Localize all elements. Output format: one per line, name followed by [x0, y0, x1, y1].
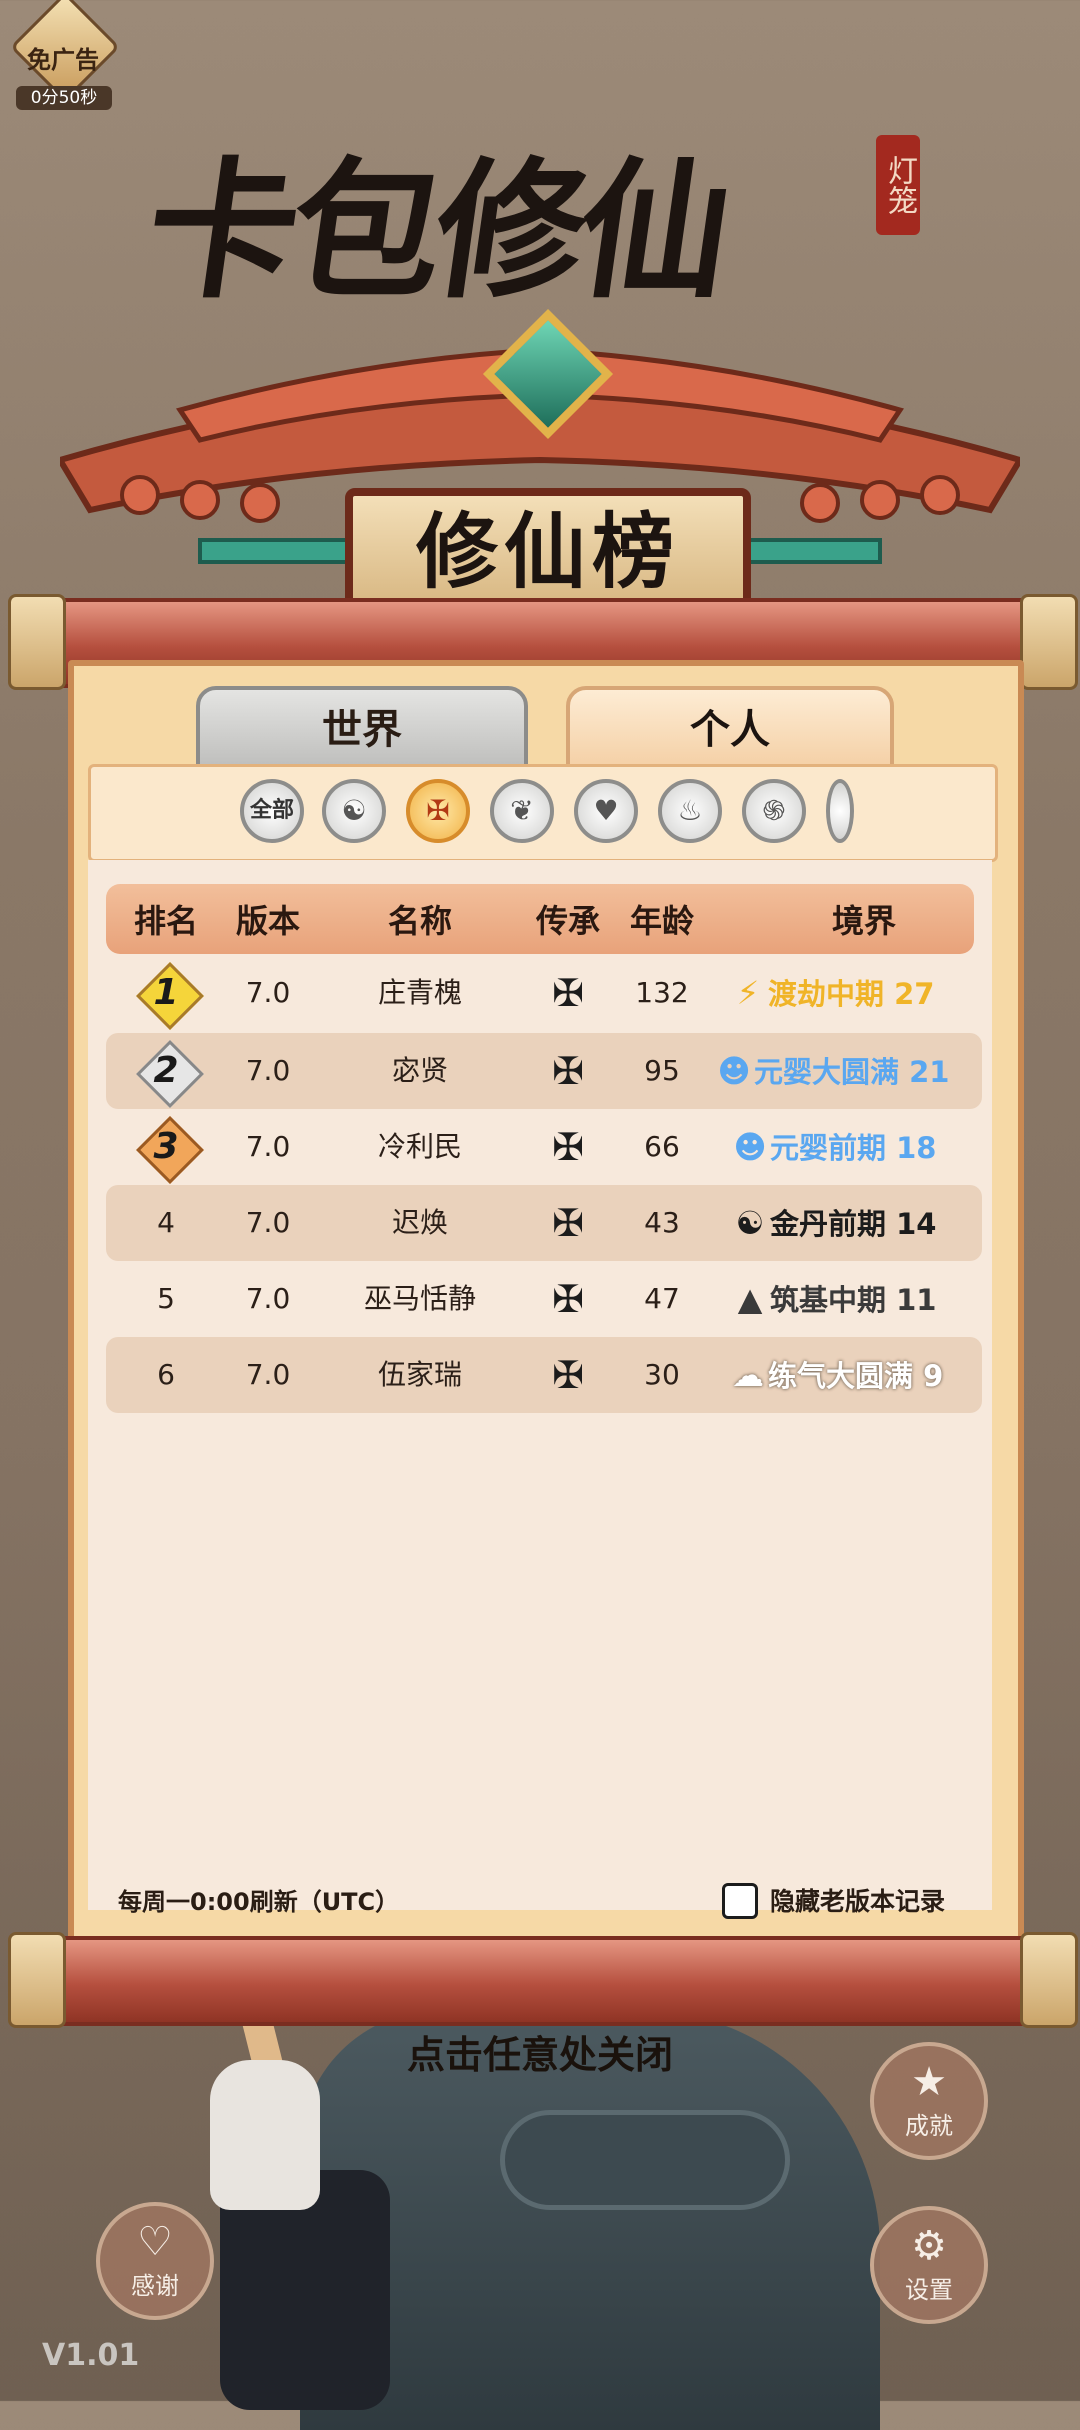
realm-label: 金丹前期 14: [770, 1207, 937, 1241]
rank-number: 2: [153, 1050, 179, 1091]
row-name: 庄青槐: [377, 976, 462, 1009]
column-name: 名称: [387, 902, 452, 940]
sword-emblem-icon: ✠: [552, 1049, 584, 1093]
filter-more-icon[interactable]: [826, 779, 854, 843]
row-age: 43: [644, 1206, 680, 1239]
rank-number: 5: [157, 1282, 175, 1315]
taiji-icon: ☯: [735, 1204, 765, 1242]
row-age: 30: [644, 1358, 680, 1391]
thanks-label: 感谢: [131, 2272, 179, 2300]
rank-number: 3: [153, 1126, 179, 1167]
filter-spiral-icon[interactable]: ֍: [742, 779, 806, 843]
realm-label: 练气大圆满 9: [768, 1359, 944, 1393]
infant-icon: ☻: [717, 1052, 751, 1090]
ad-badge-label: 免广告: [27, 46, 99, 74]
figure-mask: [500, 2110, 790, 2210]
column-rank: 排名: [133, 902, 198, 940]
scroll-end-left: [8, 594, 66, 690]
filter-flame-icon[interactable]: ♨: [658, 779, 722, 843]
filter-lotus-icon[interactable]: ❦: [490, 779, 554, 843]
row-name: 伍家瑞: [377, 1358, 462, 1391]
sword-emblem-icon: ✠: [552, 1277, 584, 1321]
row-version: 7.0: [245, 1358, 291, 1391]
hide-old-version-label[interactable]: 隐藏老版本记录: [770, 1882, 945, 1918]
infant-icon: ☻: [733, 1128, 767, 1166]
row-age: 47: [644, 1282, 680, 1315]
lantern-seal: 灯笼: [876, 135, 920, 235]
row-realm: ☁ 练气大圆满 9: [728, 1337, 943, 1413]
filter-heart-icon[interactable]: ♥: [574, 779, 638, 843]
row-realm: ☯ 金丹前期 14: [730, 1185, 937, 1261]
row-name: 宓贤: [391, 1054, 448, 1087]
row-age: 132: [635, 976, 689, 1009]
filter-all[interactable]: 全部: [240, 779, 304, 843]
column-inheritance: 传承: [535, 902, 600, 940]
column-realm: 境界: [831, 902, 896, 940]
sword-emblem-icon: ✠: [552, 1353, 584, 1397]
row-version: 7.0: [245, 1206, 291, 1239]
row-realm: ☻ 元婴大圆满 21: [714, 1033, 949, 1109]
thanks-button[interactable]: ♡ 感谢: [96, 2202, 214, 2320]
meditation-icon: ▲: [737, 1280, 763, 1318]
row-version: 7.0: [245, 1054, 291, 1087]
filter-sword-emblem-icon[interactable]: ✠: [406, 779, 470, 843]
column-version: 版本: [235, 902, 300, 940]
achievement-button[interactable]: ★ 成就: [870, 2042, 988, 2160]
scroll-end-right: [1020, 1932, 1078, 2028]
row-age: 66: [644, 1130, 680, 1163]
refresh-note: 每周一0:00刷新（UTC）: [118, 1888, 400, 1916]
row-version: 7.0: [245, 1130, 291, 1163]
filter-yin-yang-icon[interactable]: ☯: [322, 779, 386, 843]
lightning-icon: ⚡: [736, 974, 760, 1012]
rank-number: 6: [157, 1358, 175, 1391]
achievement-label: 成就: [905, 2112, 953, 2140]
row-version: 7.0: [245, 1282, 291, 1315]
remove-ads-button[interactable]: 免广告 0分50秒: [8, 0, 121, 110]
ad-timer: 0分50秒: [16, 86, 112, 110]
sword-emblem-icon: ✠: [552, 1201, 584, 1245]
star-icon: ★: [911, 2059, 947, 2105]
row-realm: ▲ 筑基中期 11: [730, 1261, 937, 1337]
scroll-end-right: [1020, 594, 1078, 690]
rank-number: 1: [153, 972, 179, 1013]
realm-label: 元婴大圆满 21: [754, 1055, 950, 1089]
cloud-icon: ☁: [732, 1356, 764, 1394]
realm-label: 筑基中期 11: [770, 1283, 937, 1317]
scroll-end-left: [8, 1932, 66, 2028]
figure-hand: [210, 2060, 320, 2210]
row-version: 7.0: [245, 976, 291, 1009]
tab-world[interactable]: 世界: [196, 686, 528, 774]
scroll-rod-bottom: [18, 1936, 1070, 2026]
sword-emblem-icon: ✠: [552, 971, 584, 1015]
settings-button[interactable]: ⚙ 设置: [870, 2206, 988, 2324]
rank-number: 4: [157, 1206, 175, 1239]
row-name: 冷利民: [377, 1130, 462, 1163]
row-age: 95: [644, 1054, 680, 1087]
row-realm: ☻ 元婴前期 18: [730, 1109, 936, 1185]
version-label: V1.01: [42, 2338, 140, 2373]
column-age: 年龄: [629, 902, 694, 940]
settings-label: 设置: [905, 2276, 953, 2304]
realm-label: 元婴前期 18: [770, 1131, 937, 1165]
row-realm: ⚡ 渡劫中期 27: [728, 955, 935, 1031]
gear-icon: ⚙: [911, 2223, 947, 2269]
sword-emblem-icon: ✠: [552, 1125, 584, 1169]
realm-label: 渡劫中期 27: [768, 977, 935, 1011]
tab-personal[interactable]: 个人: [566, 686, 894, 774]
person-heart-icon: ♡: [137, 2219, 173, 2265]
row-name: 迟焕: [391, 1206, 448, 1239]
hide-old-version-checkbox[interactable]: [722, 1883, 758, 1919]
row-name: 巫马恬静: [363, 1282, 476, 1315]
